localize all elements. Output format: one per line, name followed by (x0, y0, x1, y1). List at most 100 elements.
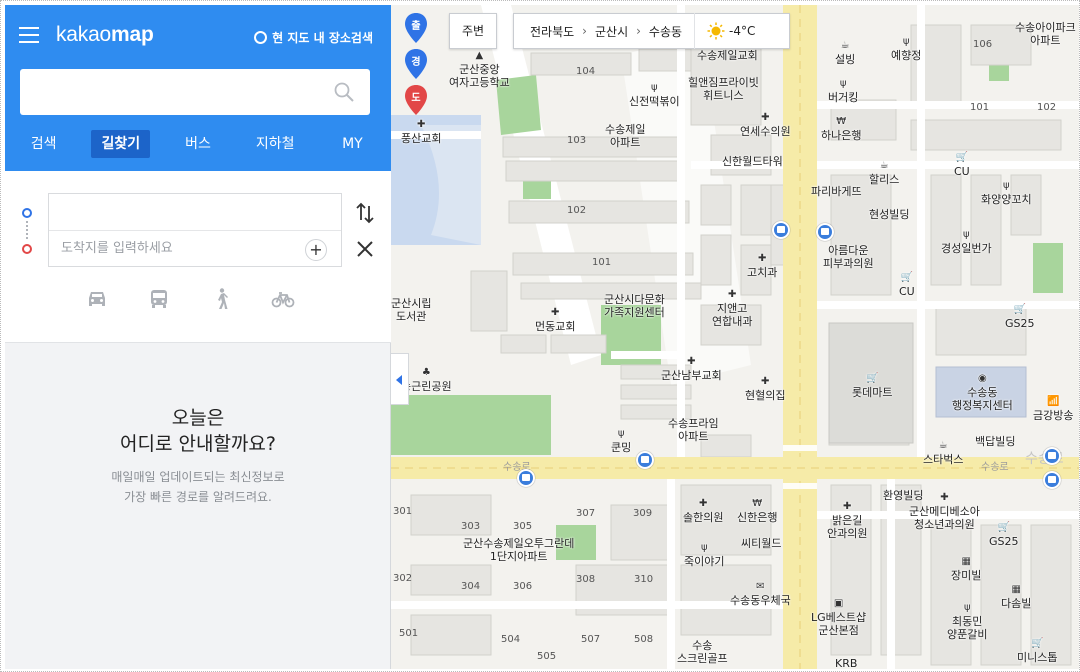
walk-icon[interactable] (209, 287, 233, 311)
poi-hyunseong[interactable]: 현성빌딩 (869, 208, 909, 221)
close-icon[interactable] (355, 239, 375, 259)
poi-pungsan-church[interactable]: ✚ 풍산교회 (401, 120, 441, 146)
poi-bareungil[interactable]: ✚ 밝은길 안과의원 (827, 502, 867, 541)
bus-stop-icon[interactable] (772, 221, 790, 239)
bus-stop-icon[interactable] (517, 469, 535, 487)
poi-krb[interactable]: KRB (835, 657, 857, 669)
kakaomap-logo[interactable]: kakaomap (56, 23, 154, 47)
poi-sinjeon[interactable]: ψ 신전떡볶이 (629, 83, 680, 109)
poi-family-center[interactable]: 군산시다문화 가족지원센터 (604, 293, 665, 319)
car-icon[interactable] (85, 287, 109, 311)
breadcrumb-city[interactable]: 군산시 (595, 23, 628, 40)
menu-icon[interactable] (19, 27, 39, 43)
poi-cu-1[interactable]: 🛒 CU (954, 153, 970, 179)
poi-yehyangjeong[interactable]: ψ 예향정 (891, 37, 921, 63)
bike-icon[interactable] (271, 287, 295, 311)
bank-icon: ₩ (752, 498, 763, 509)
poi-medibe[interactable]: ✚ 군산메디베소아 청소년과의원 (909, 493, 980, 532)
poi-shinhan-tower[interactable]: 신한월드타워 (722, 155, 783, 168)
poi-shinhan-bank[interactable]: ₩ 신한은행 (737, 498, 777, 525)
bus-stop-icon[interactable] (1043, 471, 1061, 489)
poi-post-office[interactable]: ✉ 수송동우체국 (730, 581, 791, 608)
swap-icon[interactable] (355, 201, 375, 225)
bus-stop-icon[interactable] (816, 223, 834, 241)
poi-jiaengo[interactable]: ✚ 지앤고 연합내과 (712, 290, 752, 329)
collapse-panel-button[interactable] (391, 353, 409, 405)
destination-pin[interactable]: 도 (404, 85, 428, 115)
poi-prime-apt[interactable]: 수송프라임 아파트 (668, 417, 719, 443)
building-number: 310 (634, 574, 654, 585)
bus-stop-icon[interactable] (636, 451, 654, 469)
post-icon: ✉ (756, 581, 765, 592)
poi-lotte-mart[interactable]: 🛒 롯데마트 (852, 373, 892, 400)
poi-community-center[interactable]: ◉ 수송동 행정복지센터 (952, 374, 1013, 413)
poi-starbucks[interactable]: ☕ 스타벅스 (923, 441, 963, 467)
poi-gs25-1[interactable]: 🛒 GS25 (1005, 305, 1035, 331)
tab-bus[interactable]: 버스 (159, 130, 236, 158)
search-input[interactable] (20, 69, 370, 115)
poi-baekdap[interactable]: 백답빌딩 (975, 435, 1015, 448)
poi-ministop[interactable]: 🛒 미니스톱 (1017, 639, 1057, 665)
poi-cu-2[interactable]: 🛒 CU (899, 273, 915, 299)
poi-burger-king[interactable]: ψ 버거킹 (828, 79, 858, 105)
poi-jangmi[interactable]: ▦ 장미빌 (951, 557, 981, 583)
poi-mundong-church[interactable]: ✚ 먼동교회 (535, 308, 575, 334)
poi-nambu-church[interactable]: ✚ 군산남부교회 (661, 357, 722, 383)
poi-seolbing[interactable]: ☕ 설빙 (835, 41, 855, 67)
poi-jugiyagi[interactable]: ψ 죽이야기 (684, 543, 724, 569)
poi-gochigwa[interactable]: ✚ 고치과 (747, 254, 777, 280)
tab-directions-label: 길찾기 (91, 130, 151, 158)
poi-gs25-2[interactable]: 🛒 GS25 (989, 523, 1019, 549)
start-input[interactable] (49, 194, 341, 230)
building-number: 102 (1037, 102, 1057, 113)
poi-choi-galbi[interactable]: ψ 최동민 양푼갈비 (947, 603, 987, 642)
poi-dasom[interactable]: ▦ 다솜빌 (1001, 585, 1031, 611)
tab-directions[interactable]: 길찾기 (82, 130, 159, 158)
breadcrumb-province[interactable]: 전라북도 (530, 23, 574, 40)
poi-lg-bestshop[interactable]: ▣ LG베스트샵 군산본점 (811, 599, 866, 638)
store-icon: 🛒 (866, 373, 879, 384)
nearby-button[interactable]: 주변 (449, 13, 497, 49)
poi-citiworld[interactable]: 씨티월드 (741, 537, 781, 550)
building-number: 104 (576, 66, 596, 77)
search-icon[interactable] (333, 81, 355, 103)
waypoint-pin[interactable]: 경 (404, 49, 428, 79)
poi-yeonse[interactable]: ✚ 연세수의원 (740, 113, 791, 139)
poi-shinhan-tower-label: 신한월드타워 (722, 155, 783, 168)
bus-stop-icon[interactable] (1043, 447, 1061, 465)
poi-sol-hanuiwon[interactable]: ✚ 솔한의원 (683, 499, 723, 525)
start-pin[interactable]: 출 (404, 13, 428, 43)
poi-ipark[interactable]: 수송아이파크 아파트 (1015, 21, 1076, 47)
add-waypoint-button[interactable]: + (305, 239, 327, 261)
breadcrumb-district[interactable]: 수송동 (649, 23, 682, 40)
poi-healing-label1: 힐앤짐프라이빗 (688, 76, 759, 89)
poi-school[interactable]: ▲ 군산중앙 여자고등학교 (449, 51, 510, 90)
poi-healing-fitness[interactable]: 힐앤짐프라이빗 휘트니스 (688, 76, 759, 102)
bus-mode-icon[interactable] (147, 287, 171, 311)
poi-paris-baguette[interactable]: 파리바게뜨 (811, 185, 862, 198)
destination-input[interactable] (49, 230, 341, 266)
poi-family-center-label1: 군산시다문화 (604, 293, 665, 306)
poi-gyeongseong[interactable]: ψ 경성일번가 (941, 230, 992, 256)
poi-hana-bank[interactable]: ₩ 하나은행 (821, 117, 861, 143)
map-canvas[interactable]: 출 경 도 주변 전라북도 › 군산시 › 수송동 -4°C 104 103 1… (391, 5, 1079, 669)
tab-subway[interactable]: 지하철 (237, 130, 314, 158)
poi-ottu-apt[interactable]: 군산수송제일오투그란데 1단지아파트 (463, 537, 574, 563)
poi-screen-golf[interactable]: 수송 스크린골프 (677, 639, 728, 665)
poi-bareungil-label1: 밝은길 (832, 514, 863, 527)
radio-icon (254, 31, 268, 44)
poi-krb-label: KRB (835, 657, 858, 669)
poi-blood-center[interactable]: ✚ 현혈의집 (745, 377, 785, 403)
poi-geumgang[interactable]: 📶 금강방송 (1033, 397, 1073, 423)
poi-hwayang[interactable]: ψ 화양양꼬치 (981, 181, 1032, 207)
poi-apt-susong[interactable]: 수송제일 아파트 (605, 123, 645, 149)
poi-kunming[interactable]: ψ 쿤밍 (611, 429, 631, 455)
tab-search[interactable]: 검색 (5, 130, 82, 158)
tab-my[interactable]: MY (314, 130, 391, 158)
poi-library[interactable]: 군산시립 도서관 (391, 297, 431, 323)
poi-hollys[interactable]: ☕ 할리스 (869, 161, 899, 187)
current-map-search-toggle[interactable]: 현 지도 내 장소검색 (254, 29, 373, 46)
temperature: -4°C (729, 24, 756, 38)
poi-jeil-church[interactable]: 수송제일교회 (697, 49, 758, 62)
poi-areumdaun[interactable]: 아름다운 피부과의원 (823, 244, 874, 270)
